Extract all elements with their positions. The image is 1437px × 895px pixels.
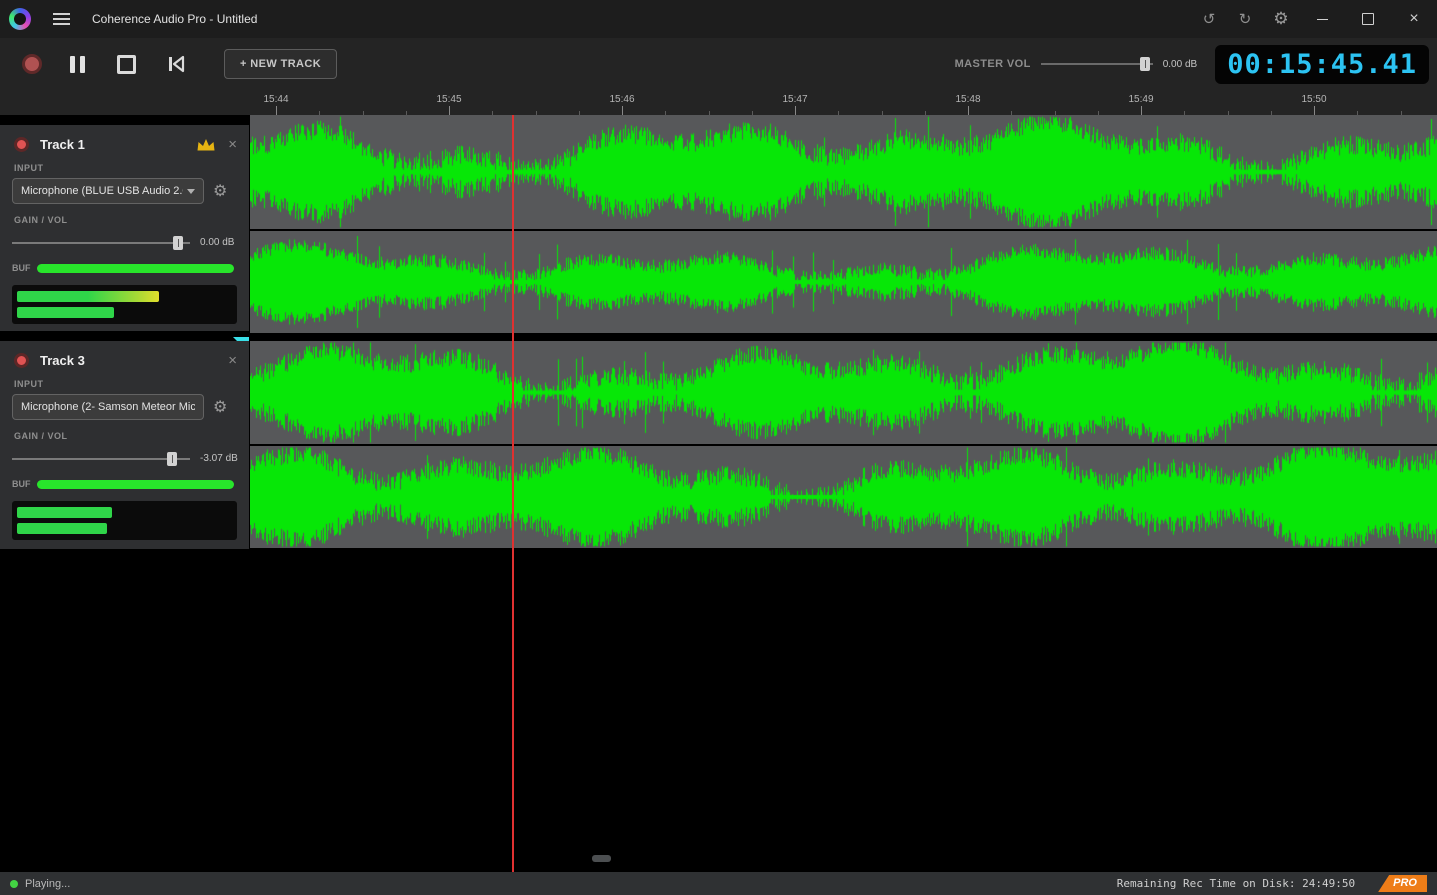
track-panel-track1: Track 1 × INPUT Microphone (BLUE USB Aud… — [0, 125, 249, 331]
record-arm-indicator[interactable] — [14, 137, 29, 152]
level-meters — [12, 501, 237, 540]
track-name: Track 1 — [40, 137, 85, 152]
pro-badge-label: PRO — [1393, 877, 1417, 889]
crown-icon — [196, 138, 216, 152]
close-track-icon[interactable]: × — [228, 353, 237, 368]
meter-channel-left — [17, 507, 232, 518]
menu-icon[interactable] — [53, 13, 70, 25]
titlebar-actions: ↺ ↻ ⚙ × — [1191, 0, 1437, 38]
maximize-button[interactable] — [1345, 0, 1391, 38]
buffer-bar — [37, 480, 234, 489]
gain-slider[interactable] — [12, 458, 190, 460]
ruler-time-label: 15:46 — [604, 94, 640, 105]
transport-toolbar: + NEW TRACK MASTER VOL 0.00 dB 00:15:45.… — [0, 38, 1437, 90]
buffer-row: BUF — [12, 479, 249, 489]
track-header: Track 1 × — [0, 125, 249, 152]
gain-slider[interactable] — [12, 242, 190, 244]
track-name: Track 3 — [40, 353, 85, 368]
settings-gear-icon[interactable]: ⚙ — [1263, 9, 1299, 29]
gain-value: 0.00 dB — [200, 237, 234, 248]
input-label: INPUT — [14, 163, 249, 173]
master-volume-section: MASTER VOL 0.00 dB — [955, 58, 1198, 70]
ruler-time-label: 15:48 — [950, 94, 986, 105]
track-settings-gear-icon[interactable]: ⚙ — [213, 181, 227, 201]
redo-icon[interactable]: ↻ — [1227, 10, 1263, 28]
master-vol-value: 0.00 dB — [1163, 59, 1197, 70]
close-track-icon[interactable]: × — [228, 137, 237, 152]
minimize-icon — [1317, 19, 1328, 20]
meter-fill — [17, 523, 107, 534]
waveform-track1-channel-left[interactable] — [250, 115, 1437, 229]
app-window: Coherence Audio Pro - Untitled ↺ ↻ ⚙ × +… — [0, 0, 1437, 895]
ruler-time-label: 15:47 — [777, 94, 813, 105]
input-device-value: Microphone (BLUE USB Audio 2.0) — [21, 185, 183, 197]
skip-to-start-button[interactable] — [166, 55, 186, 73]
buffer-label: BUF — [12, 479, 31, 489]
buffer-label: BUF — [12, 263, 31, 273]
playhead[interactable] — [512, 115, 514, 872]
gain-label: GAIN / VOL — [14, 215, 249, 225]
waveform-track3-channel-right[interactable] — [250, 446, 1437, 548]
ruler[interactable]: 15:44 15:45 15:46 15:47 15:48 15:49 15:50 — [0, 90, 1437, 115]
track-settings-gear-icon[interactable]: ⚙ — [213, 397, 227, 417]
meter-channel-left — [17, 291, 232, 302]
ruler-time-label: 15:44 — [258, 94, 294, 105]
record-arm-indicator[interactable] — [14, 353, 29, 368]
waveform-track1-channel-right[interactable] — [250, 231, 1437, 333]
input-row: Microphone (2- Samson Meteor Mic ⚙ — [12, 394, 249, 420]
meter-fill — [17, 507, 112, 518]
master-vol-label: MASTER VOL — [955, 58, 1031, 70]
input-row: Microphone (BLUE USB Audio 2.0) ⚙ — [12, 178, 249, 204]
buffer-bar — [37, 264, 234, 273]
undo-icon[interactable]: ↺ — [1191, 10, 1227, 28]
gain-slider-handle[interactable] — [167, 452, 177, 466]
input-device-dropdown[interactable]: Microphone (2- Samson Meteor Mic — [12, 394, 204, 420]
skip-to-start-icon — [166, 55, 186, 73]
close-icon: × — [1409, 11, 1418, 27]
gain-row: -3.07 dB — [12, 453, 249, 464]
meter-channel-right — [17, 307, 232, 318]
maximize-icon — [1362, 13, 1374, 25]
minimize-button[interactable] — [1299, 0, 1345, 38]
ruler-time-label: 15:49 — [1123, 94, 1159, 105]
window-title: Coherence Audio Pro - Untitled — [92, 12, 257, 26]
chevron-down-icon — [187, 189, 195, 194]
ruler-time-label: 15:45 — [431, 94, 467, 105]
record-button[interactable] — [22, 54, 42, 74]
level-meters — [12, 285, 237, 324]
input-label: INPUT — [14, 379, 249, 389]
gain-value: -3.07 dB — [200, 453, 238, 464]
gain-slider-handle[interactable] — [173, 236, 183, 250]
close-button[interactable]: × — [1391, 0, 1437, 38]
input-device-value: Microphone (2- Samson Meteor Mic — [21, 401, 195, 413]
input-device-dropdown[interactable]: Microphone (BLUE USB Audio 2.0) — [12, 178, 204, 204]
master-vol-slider[interactable] — [1041, 63, 1153, 65]
meter-channel-right — [17, 523, 232, 534]
titlebar: Coherence Audio Pro - Untitled ↺ ↻ ⚙ × — [0, 0, 1437, 38]
horizontal-scrollbar-thumb[interactable] — [592, 855, 611, 862]
new-track-button[interactable]: + NEW TRACK — [224, 49, 337, 79]
meter-fill — [17, 307, 114, 318]
status-dot-icon — [10, 880, 18, 888]
buffer-row: BUF — [12, 263, 249, 273]
track-header: Track 3 × — [0, 341, 249, 368]
statusbar: Playing... Remaining Rec Time on Disk: 2… — [0, 872, 1437, 895]
stop-button[interactable] — [117, 55, 136, 74]
waveform-track3-channel-left[interactable] — [250, 341, 1437, 444]
master-vol-handle[interactable] — [1140, 57, 1150, 71]
pro-badge[interactable]: PRO — [1378, 875, 1427, 892]
app-logo-icon — [9, 8, 31, 30]
status-text: Playing... — [25, 878, 70, 890]
ruler-time-label: 15:50 — [1296, 94, 1332, 105]
gain-row: 0.00 dB — [12, 237, 249, 248]
track-panel-track3: Track 3 × INPUT Microphone (2- Samson Me… — [0, 341, 249, 549]
gain-label: GAIN / VOL — [14, 431, 249, 441]
meter-fill — [17, 291, 159, 302]
pause-button[interactable] — [70, 56, 85, 73]
time-display: 00:15:45.41 — [1215, 45, 1429, 84]
remaining-rec-time-text: Remaining Rec Time on Disk: 24:49:50 — [1117, 877, 1355, 890]
